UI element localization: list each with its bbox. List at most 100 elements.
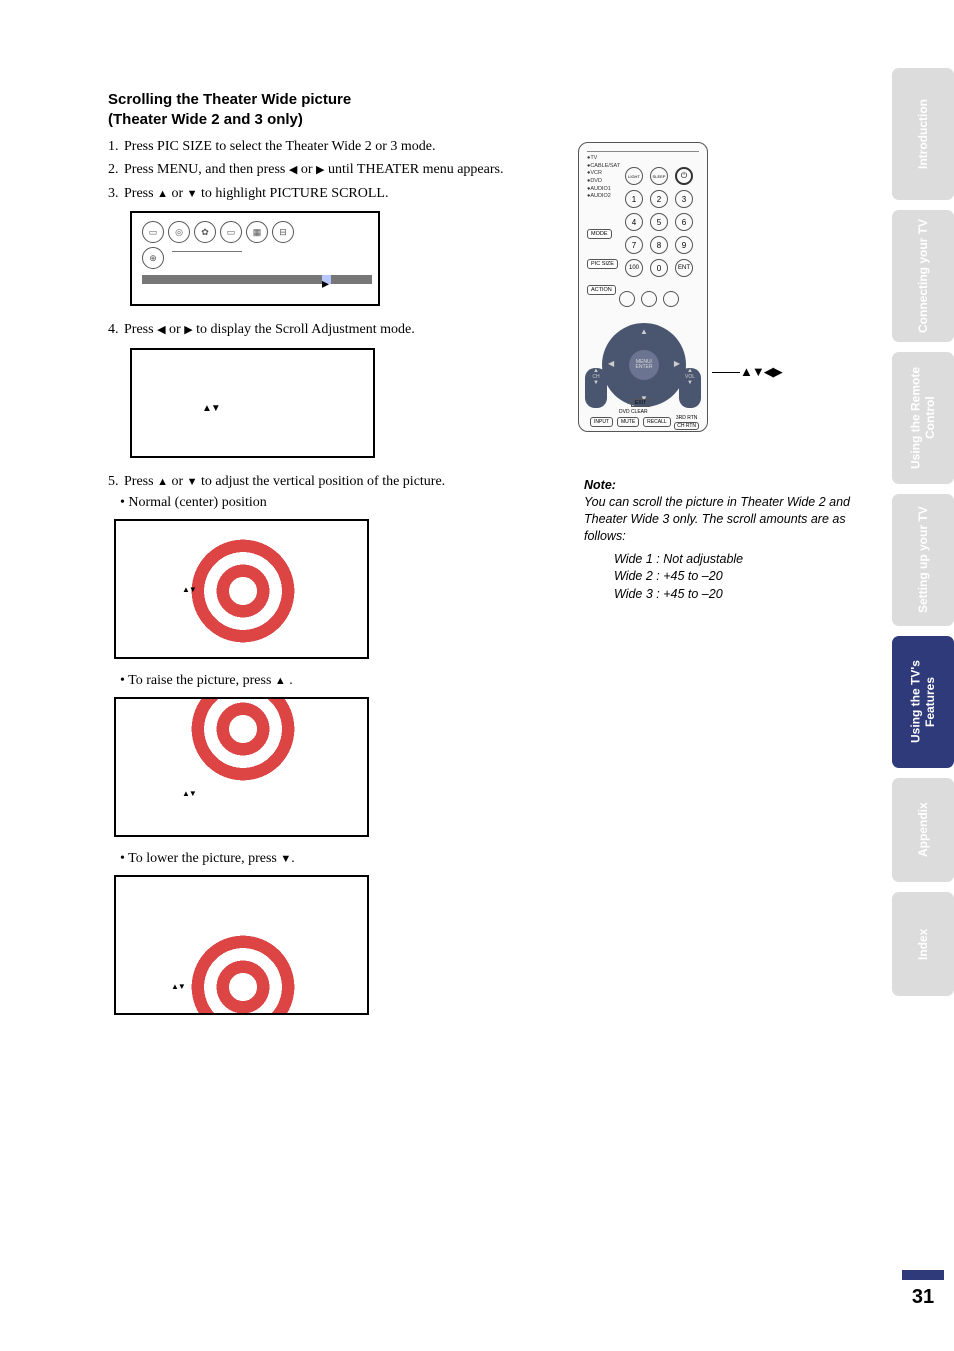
dpad-right-icon: ▶ bbox=[674, 359, 680, 368]
step-4-text-a: Press bbox=[124, 322, 157, 337]
menu-icon: ▦ bbox=[246, 221, 268, 243]
right-arrow-icon: ▶ bbox=[184, 323, 192, 338]
note-heading: Note: bbox=[584, 478, 854, 492]
menu-icon: ⊟ bbox=[272, 221, 294, 243]
bullet-lower-text-b: . bbox=[291, 851, 295, 866]
recall-button: RECALL bbox=[643, 417, 670, 427]
key-100: 100 bbox=[625, 259, 643, 277]
step-3: Press ▲ or ▼ to highlight PICTURE SCROLL… bbox=[122, 184, 848, 307]
scroll-mode-figure: ▲▼ bbox=[130, 348, 375, 458]
vol-rocker: ▲VOL▼ bbox=[679, 368, 701, 408]
step-2-text-a: Press MENU, and then press bbox=[124, 162, 289, 177]
down-arrow-icon: ▼ bbox=[280, 853, 291, 865]
menu-icon: ▭ bbox=[220, 221, 242, 243]
power-button: ⏻ bbox=[675, 167, 693, 185]
highlight-bar bbox=[142, 275, 372, 284]
light-button: LIGHT bbox=[625, 167, 643, 185]
note-item-1: Wide 1 : Not adjustable bbox=[614, 551, 854, 569]
tab-index: Index bbox=[892, 892, 954, 996]
input-button: INPUT bbox=[590, 417, 613, 427]
step-4-text-b: or bbox=[166, 322, 185, 337]
side-tabs: Introduction Connecting your TV Using th… bbox=[892, 68, 954, 996]
mode-button: MODE bbox=[587, 229, 612, 239]
section-heading-line1: Scrolling the Theater Wide picture bbox=[108, 90, 848, 110]
action-button: ACTION bbox=[587, 285, 616, 295]
menu-icon-row: ▭ ◎ ✿ ▭ ▦ ⊟ bbox=[142, 221, 294, 243]
up-down-icon: ▲▼ bbox=[202, 402, 220, 416]
tab-setting-up: Setting up your TV bbox=[892, 494, 954, 626]
step-2-text-c: until THEATER menu appears. bbox=[324, 162, 503, 177]
menu-enter-button: MENU/ ENTER bbox=[629, 350, 659, 380]
bottom-button-row: INPUT MUTE RECALL bbox=[590, 417, 671, 427]
step-5-text-b: or bbox=[168, 474, 187, 489]
step-2: Press MENU, and then press ◀ or ▶ until … bbox=[122, 160, 848, 180]
key-3: 3 bbox=[675, 190, 693, 208]
page-number: 31 bbox=[902, 1270, 944, 1309]
key-6: 6 bbox=[675, 213, 693, 231]
remote-body: ●TV ●CABLE/SAT ●VCR ●DVD ●AUDIO1 ●AUDIO2… bbox=[578, 142, 708, 432]
up-down-icon: ▲▼ bbox=[171, 982, 185, 991]
down-arrow-icon: ▼ bbox=[187, 475, 198, 490]
left-arrow-icon: ◀ bbox=[157, 323, 165, 338]
dvd-clear-label: DVD CLEAR bbox=[619, 409, 648, 415]
step-3-text-b: or bbox=[168, 186, 187, 201]
up-down-icon: ▲▼ bbox=[182, 789, 196, 798]
target-center-figure: ▲▼ bbox=[114, 519, 369, 659]
key-7: 7 bbox=[625, 236, 643, 254]
step-4: Press ◀ or ▶ to display the Scroll Adjus… bbox=[122, 320, 848, 458]
step-4-text-c: to display the Scroll Adjustment mode. bbox=[193, 322, 415, 337]
exit-button: EXIT bbox=[631, 399, 650, 407]
note-item-3: Wide 3 : +45 to –20 bbox=[614, 586, 854, 604]
dpad: MENU/ ENTER ▲ ▼ ◀ ▶ bbox=[602, 323, 686, 407]
target-raised-figure: ▲▼ bbox=[114, 697, 369, 837]
menu-icon-selected: ⊕ bbox=[142, 247, 164, 269]
up-arrow-icon: ▲ bbox=[157, 475, 168, 490]
step-1-text: Press PIC SIZE to select the Theater Wid… bbox=[124, 139, 436, 154]
step-3-text-c: to highlight PICTURE SCROLL. bbox=[198, 186, 389, 201]
bullet-raise: • To raise the picture, press ▲ . bbox=[120, 673, 848, 689]
dpad-callout-icon: ▲▼◀▶ bbox=[740, 364, 782, 380]
tab-appendix: Appendix bbox=[892, 778, 954, 882]
key-2: 2 bbox=[650, 190, 668, 208]
up-arrow-icon: ▲ bbox=[275, 675, 286, 687]
tab-features: Using the TV's Features bbox=[892, 636, 954, 768]
instruction-list: Press PIC SIZE to select the Theater Wid… bbox=[122, 137, 848, 492]
mute-button: MUTE bbox=[617, 417, 639, 427]
step-2-text-b: or bbox=[297, 162, 316, 177]
menu-icon: ▭ bbox=[142, 221, 164, 243]
target-graphic bbox=[188, 536, 298, 646]
key-0: 0 bbox=[650, 259, 668, 277]
picsize-button: PIC SIZE bbox=[587, 259, 618, 269]
rtn-labels: 3RD RTN CH RTN bbox=[674, 415, 699, 430]
bullet-lower-text-a: To lower the picture, press bbox=[128, 851, 280, 866]
down-arrow-icon: ▼ bbox=[187, 187, 198, 202]
dpad-left-icon: ◀ bbox=[608, 359, 614, 368]
dpad-up-icon: ▲ bbox=[640, 327, 648, 336]
indicator-dot: ▸ bbox=[322, 275, 331, 284]
section-heading-line2: (Theater Wide 2 and 3 only) bbox=[108, 110, 848, 130]
remote-mode-labels: ●TV ●CABLE/SAT ●VCR ●DVD ●AUDIO1 ●AUDIO2 bbox=[587, 155, 620, 201]
step-5-text-a: Press bbox=[124, 474, 157, 489]
key-8: 8 bbox=[650, 236, 668, 254]
target-graphic bbox=[188, 932, 298, 1015]
tab-introduction: Introduction bbox=[892, 68, 954, 200]
menu-icons-figure: ▭ ◎ ✿ ▭ ▦ ⊟ ⊕ ▸ bbox=[130, 211, 380, 306]
ch-rocker: ▲CH▼ bbox=[585, 368, 607, 408]
bullet-normal-text: Normal (center) position bbox=[128, 495, 266, 510]
target-lowered-figure: ▲▼ bbox=[114, 875, 369, 1015]
note-item-2: Wide 2 : +45 to –20 bbox=[614, 568, 854, 586]
key-ent: ENT bbox=[675, 259, 693, 277]
remote-keypad: LIGHT SLEEP ⏻ 1 2 3 4 5 6 7 8 9 100 0 EN… bbox=[625, 167, 701, 277]
note-text: You can scroll the picture in Theater Wi… bbox=[584, 494, 854, 545]
key-1: 1 bbox=[625, 190, 643, 208]
menu-icon: ✿ bbox=[194, 221, 216, 243]
step-5-text-c: to adjust the vertical position of the p… bbox=[198, 474, 446, 489]
callout-line bbox=[712, 372, 740, 373]
key-4: 4 bbox=[625, 213, 643, 231]
note-block: Note: You can scroll the picture in Thea… bbox=[584, 478, 854, 603]
key-5: 5 bbox=[650, 213, 668, 231]
divider-line bbox=[172, 251, 242, 252]
bullet-raise-text-b: . bbox=[286, 673, 293, 688]
note-list: Wide 1 : Not adjustable Wide 2 : +45 to … bbox=[614, 551, 854, 604]
menu-icon: ◎ bbox=[168, 221, 190, 243]
